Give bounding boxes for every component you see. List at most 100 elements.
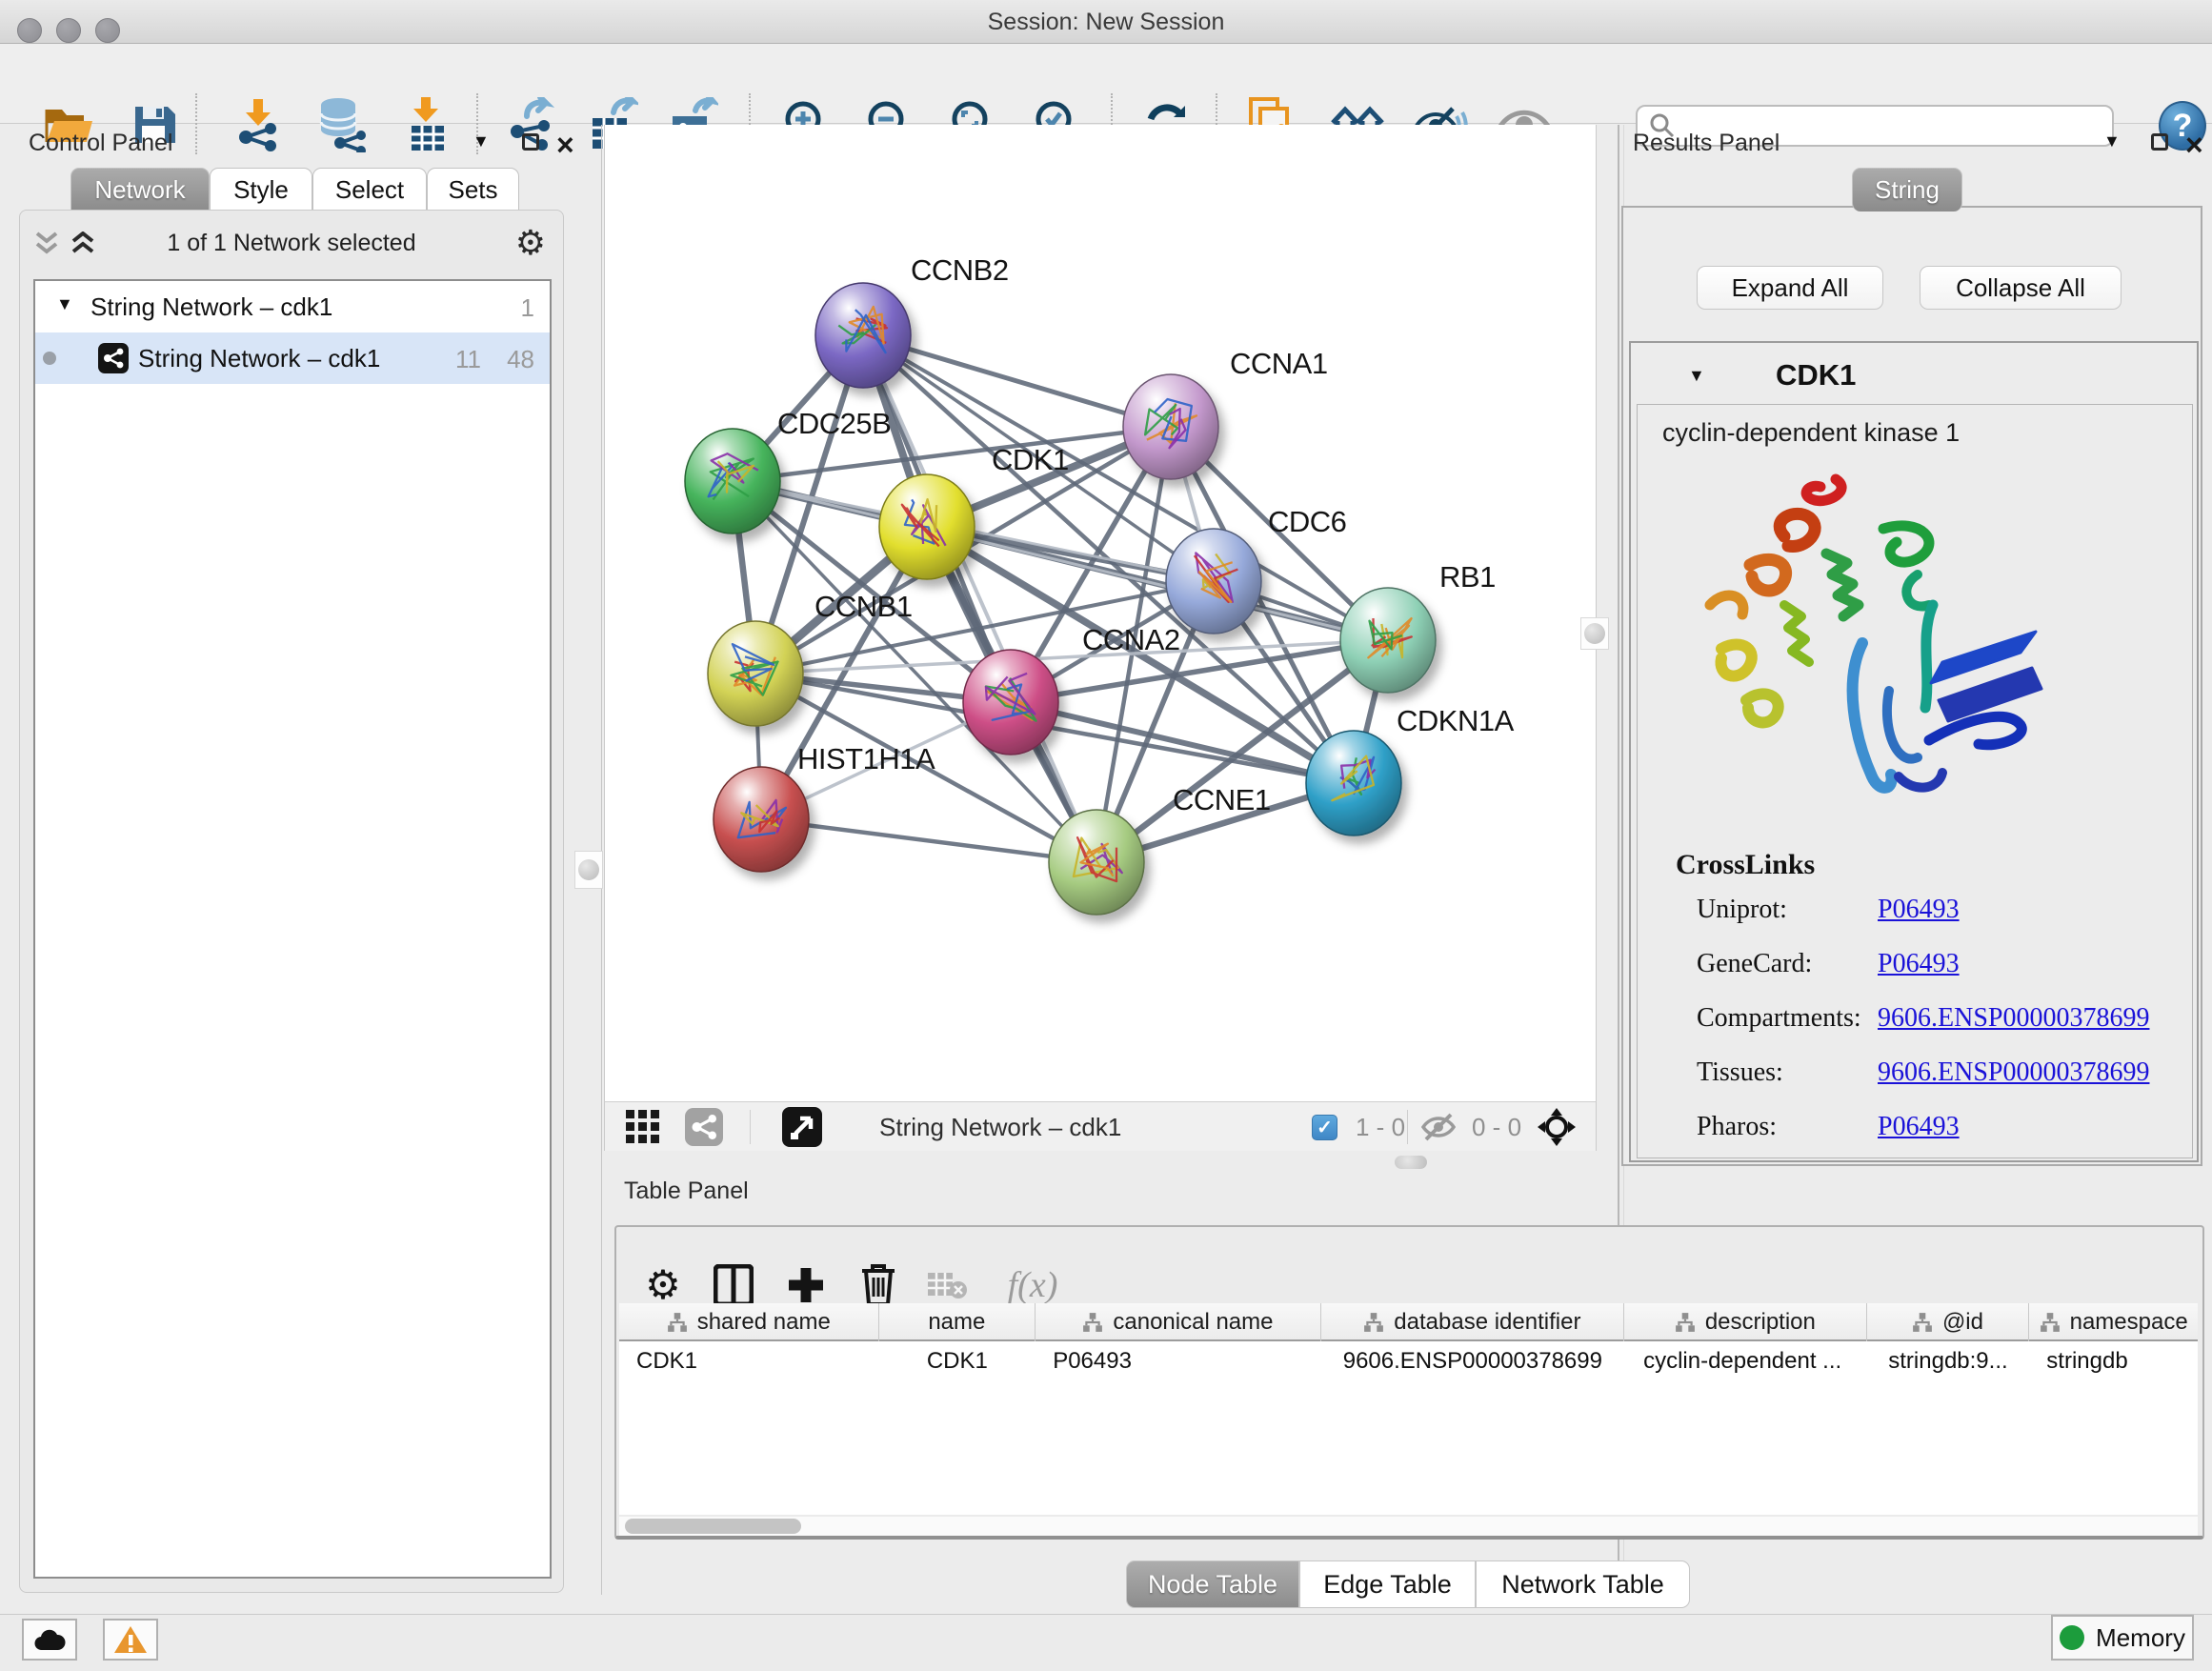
tab-node-table[interactable]: Node Table bbox=[1126, 1560, 1299, 1608]
close-panel-icon[interactable]: × bbox=[2185, 135, 2203, 154]
table-row[interactable]: CDK1 CDK1 P06493 9606.ENSP00000378699 cy… bbox=[619, 1343, 2198, 1381]
float-panel-icon[interactable] bbox=[2151, 133, 2168, 156]
tab-sets[interactable]: Sets bbox=[427, 168, 519, 211]
collection-label: String Network – cdk1 bbox=[90, 292, 332, 322]
memory-status-dot bbox=[2060, 1625, 2084, 1650]
crosslink-label: Compartments: bbox=[1697, 1003, 1861, 1033]
window-title: Session: New Session bbox=[0, 9, 2212, 36]
column-type-icon bbox=[667, 1312, 688, 1333]
tab-network-table[interactable]: Network Table bbox=[1476, 1560, 1690, 1608]
network-view-toolbar: String Network – cdk1 ✓ 1 - 0 0 - 0 bbox=[604, 1101, 1597, 1151]
table-panel-title: Table Panel bbox=[624, 1178, 749, 1205]
crosslink-label: Pharos: bbox=[1697, 1112, 1777, 1141]
network-list: ▼ String Network – cdk1 1 String Network… bbox=[33, 279, 552, 1579]
cytoscape-window: Session: New Session bbox=[0, 0, 2212, 1671]
crosslink-compartments-link[interactable]: 9606.ENSP00000378699 bbox=[1878, 1003, 2149, 1034]
crosslink-genecard-link[interactable]: P06493 bbox=[1878, 949, 1960, 979]
birdseye-toggle-icon[interactable] bbox=[782, 1108, 822, 1146]
string-app-badge-icon[interactable] bbox=[685, 1108, 723, 1146]
tab-edge-table[interactable]: Edge Table bbox=[1299, 1560, 1476, 1608]
panel-menu-icon[interactable]: ▼ bbox=[2103, 131, 2121, 151]
toolbar-separator bbox=[750, 1110, 751, 1144]
expand-all-button[interactable]: Expand All bbox=[1697, 266, 1883, 310]
tab-string[interactable]: String bbox=[1852, 168, 1962, 211]
crosslink-label: Uniprot: bbox=[1697, 895, 1787, 924]
hidden-eye-icon[interactable] bbox=[1420, 1108, 1458, 1146]
column-header-id[interactable]: @id bbox=[1867, 1303, 2030, 1341]
warning-icon bbox=[113, 1624, 148, 1655]
cell-shared-name: CDK1 bbox=[619, 1343, 879, 1381]
column-header-name[interactable]: name bbox=[879, 1303, 1036, 1341]
cloud-status-button[interactable] bbox=[22, 1619, 77, 1661]
tab-style[interactable]: Style bbox=[210, 168, 312, 211]
main-toolbar: ? bbox=[0, 44, 2212, 124]
svg-text:RB1: RB1 bbox=[1439, 560, 1496, 594]
gene-description: cyclin-dependent kinase 1 bbox=[1662, 418, 1960, 448]
collapse-all-button[interactable]: Collapse All bbox=[1920, 266, 2122, 310]
protein-structure-image bbox=[1693, 462, 2064, 824]
grid-view-icon[interactable] bbox=[626, 1108, 664, 1146]
pan-crosshair-icon[interactable] bbox=[1537, 1108, 1577, 1146]
hidden-counter: 0 - 0 bbox=[1462, 1108, 1521, 1146]
network-graph[interactable]: CCNB2CCNA1CDC25BCDK1CDC6RB1CCNB1CCNA2CDK… bbox=[605, 125, 1596, 1099]
svg-text:CDK1: CDK1 bbox=[992, 443, 1069, 476]
tab-network[interactable]: Network bbox=[70, 168, 210, 211]
collection-expand-icon[interactable]: ▼ bbox=[56, 294, 73, 314]
table-horizontal-scrollbar[interactable] bbox=[619, 1517, 2198, 1536]
svg-text:CCNE1: CCNE1 bbox=[1173, 783, 1271, 816]
close-panel-icon[interactable]: × bbox=[556, 135, 574, 154]
network-row-selected[interactable]: String Network – cdk1 11 48 bbox=[35, 332, 550, 384]
cell-database-identifier: 9606.ENSP00000378699 bbox=[1321, 1343, 1624, 1381]
network-collection-row[interactable]: ▼ String Network – cdk1 1 bbox=[35, 281, 550, 332]
gene-details: cyclin-dependent kinase 1 bbox=[1637, 404, 2193, 1158]
column-type-icon bbox=[1082, 1312, 1103, 1333]
svg-text:CCNB1: CCNB1 bbox=[814, 590, 913, 623]
horizontal-splitter-handle[interactable] bbox=[1395, 1156, 1427, 1169]
column-header-canonical-name[interactable]: canonical name bbox=[1036, 1303, 1320, 1341]
column-type-icon bbox=[1675, 1312, 1696, 1333]
column-header-namespace[interactable]: namespace bbox=[2029, 1303, 2198, 1341]
column-header-shared-name[interactable]: shared name bbox=[619, 1303, 879, 1341]
panel-menu-icon[interactable]: ▼ bbox=[473, 131, 490, 151]
float-panel-icon[interactable] bbox=[522, 133, 539, 156]
network-selection-status: 1 of 1 Network selected bbox=[20, 230, 563, 257]
control-panel: Control Panel ▼ × Network Style Select S… bbox=[11, 128, 570, 1595]
crosslink-pharos-link[interactable]: P06493 bbox=[1878, 1112, 1960, 1142]
svg-text:CDC25B: CDC25B bbox=[777, 407, 891, 440]
scrollbar-thumb[interactable] bbox=[625, 1519, 801, 1534]
cell-id: stringdb:9... bbox=[1867, 1343, 2030, 1381]
column-type-icon bbox=[2040, 1312, 2061, 1333]
left-splitter-handle[interactable] bbox=[574, 851, 603, 889]
cell-description: cyclin-dependent ... bbox=[1624, 1343, 1867, 1381]
right-splitter-handle[interactable] bbox=[1580, 617, 1609, 650]
tab-select[interactable]: Select bbox=[312, 168, 427, 211]
control-panel-title: Control Panel bbox=[29, 130, 172, 157]
crosslink-tissues-link[interactable]: 9606.ENSP00000378699 bbox=[1878, 1057, 2149, 1088]
network-options-gear-icon[interactable]: ⚙ bbox=[515, 226, 546, 260]
string-network-icon bbox=[98, 343, 129, 373]
warning-status-button[interactable] bbox=[103, 1619, 158, 1661]
network-list-header: 1 of 1 Network selected ⚙ bbox=[20, 218, 563, 272]
node-table: shared name name canonical name database… bbox=[619, 1303, 2198, 1515]
status-bar: Memory bbox=[0, 1614, 2212, 1671]
network-edge-count: 48 bbox=[507, 345, 534, 374]
svg-text:HIST1H1A: HIST1H1A bbox=[797, 742, 935, 775]
column-type-icon bbox=[1912, 1312, 1933, 1333]
network-node-count: 11 bbox=[455, 345, 481, 374]
column-header-description[interactable]: description bbox=[1624, 1303, 1867, 1341]
svg-text:CDC6: CDC6 bbox=[1268, 505, 1346, 538]
column-header-database-identifier[interactable]: database identifier bbox=[1321, 1303, 1624, 1341]
memory-button[interactable]: Memory bbox=[2051, 1615, 2194, 1661]
network-canvas[interactable]: CCNB2CCNA1CDC25BCDK1CDC6RB1CCNB1CCNA2CDK… bbox=[604, 125, 1597, 1101]
svg-text:CDKN1A: CDKN1A bbox=[1397, 704, 1515, 737]
selected-checkbox-icon[interactable]: ✓ bbox=[1312, 1108, 1337, 1146]
section-collapse-icon[interactable]: ▼ bbox=[1688, 366, 1705, 386]
gene-name: CDK1 bbox=[1776, 358, 1856, 393]
memory-label: Memory bbox=[2096, 1623, 2185, 1653]
collection-count: 1 bbox=[521, 293, 534, 323]
crosslink-label: GeneCard: bbox=[1697, 949, 1812, 978]
svg-text:CCNA2: CCNA2 bbox=[1082, 623, 1180, 656]
string-results-box: Expand All Collapse All ▼ CDK1 cyclin-de… bbox=[1621, 206, 2202, 1166]
crosslink-uniprot-link[interactable]: P06493 bbox=[1878, 895, 1960, 925]
network-tab-panel: 1 of 1 Network selected ⚙ ▼ String Netwo… bbox=[19, 210, 564, 1593]
